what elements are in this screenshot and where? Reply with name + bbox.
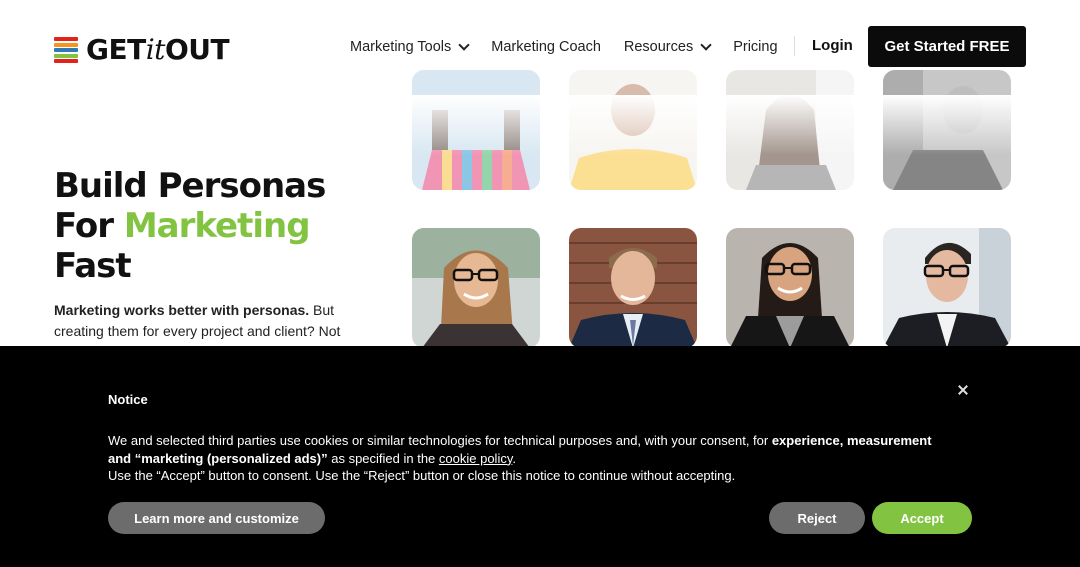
logo-icon [54, 37, 78, 63]
close-icon[interactable] [955, 382, 971, 398]
hero-title: Build Personas For Marketing Fast [54, 166, 326, 286]
chevron-down-icon [458, 38, 470, 51]
accept-button[interactable]: Accept [872, 502, 972, 534]
notice-text: We and selected third parties use cookie… [108, 433, 932, 483]
chevron-down-icon [700, 38, 712, 51]
nav-marketing-coach[interactable]: Marketing Coach [491, 39, 601, 55]
nav-divider [794, 36, 795, 56]
nav-resources[interactable]: Resources [624, 38, 712, 55]
hero-subtitle: Marketing works better with personas. Bu… [54, 302, 341, 339]
persona-photo [412, 228, 540, 348]
cookie-banner: Notice We and selected third parties use… [0, 346, 1080, 567]
nav-marketing-tools[interactable]: Marketing Tools [350, 38, 470, 55]
persona-photo [569, 228, 697, 348]
get-started-button[interactable]: Get Started FREE [868, 26, 1026, 67]
learn-more-button[interactable]: Learn more and customize [108, 502, 325, 534]
nav-pricing[interactable]: Pricing [733, 39, 777, 55]
persona-photo [726, 228, 854, 348]
persona-photo [883, 228, 1011, 348]
reject-button[interactable]: Reject [769, 502, 865, 534]
cookie-policy-link[interactable]: cookie policy [439, 451, 512, 466]
hero-title-highlight: Marketing [123, 206, 311, 246]
notice-title: Notice [108, 392, 148, 407]
login-link[interactable]: Login [812, 37, 853, 54]
main-nav: Marketing Tools Marketing Coach Resource… [350, 36, 801, 58]
grid-fade-overlay [395, 95, 1035, 155]
logo-wordmark: GETitOUT [86, 33, 230, 66]
logo[interactable]: GETitOUT [54, 33, 230, 66]
